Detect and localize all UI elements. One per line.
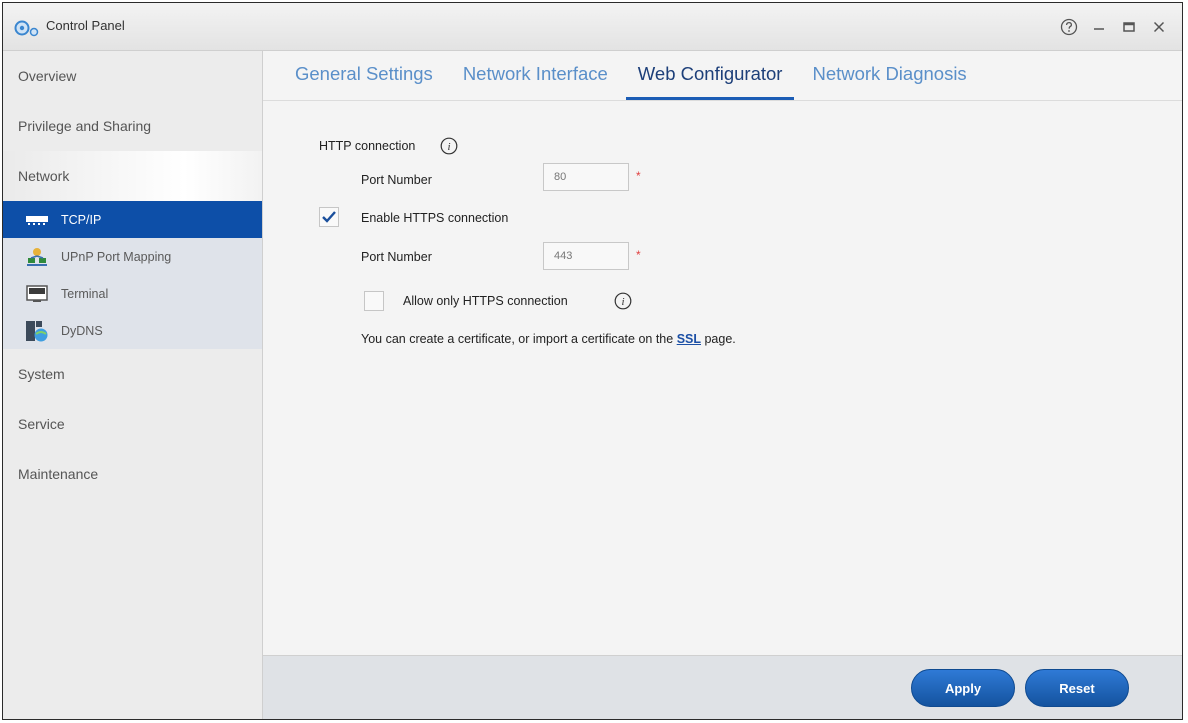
control-panel-window: Control Panel Overview Privilege and Sha… — [2, 2, 1183, 720]
sidebar-subitem-label: Terminal — [61, 286, 109, 301]
network-map-icon — [25, 247, 49, 267]
web-configurator-form: HTTP connection i Port Number 80 * Enabl… — [263, 101, 1182, 655]
tab-web-configurator[interactable]: Web Configurator — [625, 63, 795, 100]
sidebar-subitem-label: DyDNS — [61, 323, 103, 338]
sidebar-item-privilege-and-sharing[interactable]: Privilege and Sharing — [3, 101, 262, 151]
close-icon — [1153, 21, 1165, 33]
certificate-note-text: You can create a certificate, or import … — [361, 332, 674, 346]
sidebar-item-maintenance[interactable]: Maintenance — [3, 449, 262, 499]
minimize-button[interactable] — [1086, 14, 1112, 40]
sidebar-subitem-dydns[interactable]: DyDNS — [3, 312, 262, 349]
svg-text:i: i — [447, 141, 450, 153]
enable-https-checkbox[interactable] — [319, 207, 339, 227]
terminal-icon — [25, 284, 49, 304]
certificate-note-suffix: page. — [704, 332, 736, 346]
https-port-label: Port Number — [361, 250, 432, 264]
info-icon[interactable]: i — [614, 292, 632, 310]
sidebar-item-overview[interactable]: Overview — [3, 51, 262, 101]
sidebar-subitem-label: TCP/IP — [61, 212, 102, 227]
http-port-input[interactable]: 80 — [543, 163, 629, 191]
https-only-label: Allow only HTTPS connection — [403, 294, 568, 308]
control-panel-icon — [14, 20, 39, 37]
required-marker: * — [636, 248, 641, 262]
action-bar: Apply Reset — [263, 655, 1182, 719]
tab-network-diagnosis[interactable]: Network Diagnosis — [800, 63, 978, 100]
certificate-note: You can create a certificate, or import … — [361, 332, 736, 346]
checkmark-icon — [322, 211, 336, 223]
ethernet-icon — [25, 210, 49, 230]
https-port-input[interactable]: 443 — [543, 242, 629, 270]
http-port-label: Port Number — [361, 173, 432, 187]
apply-button[interactable]: Apply — [911, 669, 1015, 707]
sidebar-subitem-tcpip[interactable]: TCP/IP — [3, 201, 262, 238]
sidebar: Overview Privilege and Sharing Network T… — [3, 51, 263, 719]
info-icon[interactable]: i — [440, 137, 458, 155]
sidebar-subitem-terminal[interactable]: Terminal — [3, 275, 262, 312]
sidebar-item-network[interactable]: Network — [3, 151, 262, 201]
reset-button[interactable]: Reset — [1025, 669, 1129, 707]
http-connection-label: HTTP connection — [319, 139, 416, 153]
help-icon — [1060, 18, 1078, 36]
dydns-icon — [25, 320, 49, 341]
help-button[interactable] — [1056, 14, 1082, 40]
enable-https-label: Enable HTTPS connection — [361, 211, 509, 225]
ssl-link[interactable]: SSL — [677, 332, 701, 346]
network-subnav: TCP/IP UPnP Port Mapping Terminal DyDNS — [3, 201, 262, 349]
sidebar-item-service[interactable]: Service — [3, 399, 262, 449]
sidebar-item-system[interactable]: System — [3, 349, 262, 399]
maximize-icon — [1123, 22, 1135, 32]
sidebar-subitem-upnp-port-mapping[interactable]: UPnP Port Mapping — [3, 238, 262, 275]
close-button[interactable] — [1146, 14, 1172, 40]
main-panel: General Settings Network Interface Web C… — [263, 51, 1182, 719]
https-only-checkbox[interactable] — [364, 291, 384, 311]
sidebar-subitem-label: UPnP Port Mapping — [61, 249, 172, 264]
svg-text:i: i — [621, 296, 624, 308]
tab-network-interface[interactable]: Network Interface — [451, 63, 620, 100]
tab-bar: General Settings Network Interface Web C… — [263, 51, 1182, 101]
tab-general-settings[interactable]: General Settings — [283, 63, 445, 100]
minimize-icon — [1094, 28, 1104, 30]
maximize-button[interactable] — [1116, 14, 1142, 40]
required-marker: * — [636, 169, 641, 183]
title-bar: Control Panel — [3, 3, 1182, 51]
window-title: Control Panel — [46, 18, 125, 33]
